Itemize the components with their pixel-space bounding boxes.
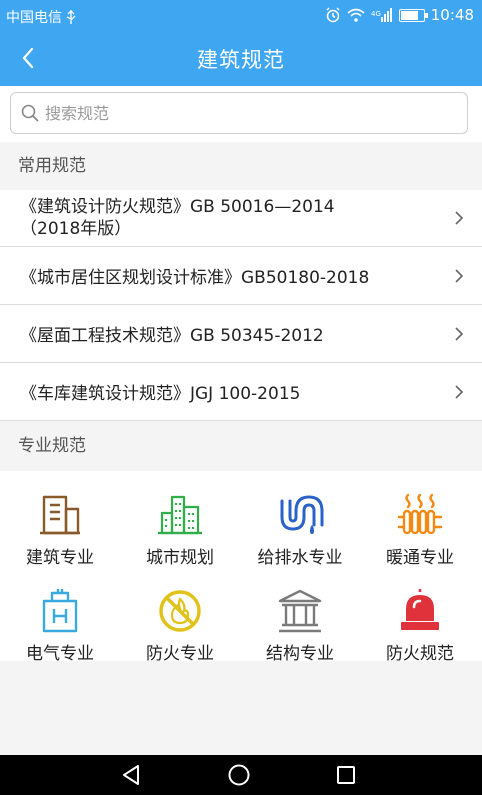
status-time: 10:48: [430, 6, 474, 24]
app-header: 中国电信 4G 10:48 建筑规范: [0, 0, 482, 86]
grid-item-label: 暖通专业: [386, 548, 454, 568]
list-item-title: 《城市居住区规划设计标准》GB50180-2018: [20, 268, 370, 288]
nav-home-button[interactable]: [226, 763, 252, 787]
alarm-light-icon: [401, 589, 439, 630]
triangle-back-icon: [123, 765, 139, 785]
carrier-info: 中国电信: [6, 7, 76, 27]
grid-item-label: 给排水专业: [257, 548, 343, 568]
city-icon: [158, 495, 202, 535]
grid-item-architecture[interactable]: 建筑专业: [0, 491, 120, 587]
list-item-common-0[interactable]: 《建筑设计防火规范》GB 50016—2014 （2018年版）: [0, 190, 482, 247]
page-title: 建筑规范: [197, 48, 285, 72]
nav-bar: 建筑规范: [0, 30, 482, 86]
svg-text:4G: 4G: [371, 10, 381, 18]
grid-item-label: 建筑专业: [26, 548, 94, 568]
list-item-common-3[interactable]: 《车库建筑设计规范》JGJ 100-2015: [0, 363, 482, 421]
carrier-name: 中国电信: [6, 10, 62, 26]
grid-item-label: 防火规范: [386, 644, 454, 664]
chevron-right-icon: [455, 326, 464, 341]
grid-item-label: 城市规划: [146, 548, 214, 568]
grid-item-label: 防火专业: [146, 644, 214, 664]
common-standards-list: 《建筑设计防火规范》GB 50016—2014 （2018年版） 《城市居住区规…: [0, 190, 482, 421]
search-bar: [0, 86, 482, 142]
square-recents-icon: [337, 766, 355, 784]
nav-back-button[interactable]: [118, 763, 144, 787]
list-item-text: 《建筑设计防火规范》GB 50016—2014 （2018年版）: [20, 196, 335, 240]
search-box[interactable]: [10, 92, 468, 134]
status-icons: 4G 10:48: [325, 6, 474, 24]
professional-grid: 建筑专业 城市规划 给排水专业 暖通专业 电气专业 防火专业 结构专业 防火规范: [0, 471, 482, 664]
list-item-common-1[interactable]: 《城市居住区规划设计标准》GB50180-2018: [0, 247, 482, 305]
grid-item-hvac[interactable]: 暖通专业: [360, 491, 480, 587]
list-item-title: 《车库建筑设计规范》JGJ 100-2015: [20, 384, 301, 404]
section-title-professional: 专业规范: [0, 421, 482, 471]
pillar-structure-icon: [278, 589, 322, 633]
grid-item-water-supply[interactable]: 给排水专业: [240, 491, 360, 587]
system-nav-bar: [0, 755, 482, 795]
nav-recents-button[interactable]: [333, 763, 359, 787]
no-fire-icon: [159, 590, 201, 632]
search-icon: [21, 104, 39, 122]
chevron-right-icon: [455, 384, 464, 399]
grid-item-electrical[interactable]: 电气专业: [0, 587, 120, 677]
section-title-common: 常用规范: [0, 142, 482, 190]
signal-4g-icon: 4G: [371, 8, 392, 22]
grid-item-structural[interactable]: 结构专业: [240, 587, 360, 677]
grid-item-label: 电气专业: [26, 644, 94, 664]
grid-item-fire-prevention[interactable]: 防火专业: [120, 587, 240, 677]
chevron-right-icon: [455, 268, 464, 283]
electric-icon: [42, 589, 78, 633]
search-input[interactable]: [45, 103, 425, 123]
list-item-subtitle: （2018年版）: [20, 219, 132, 239]
alarm-clock-icon: [326, 7, 340, 23]
status-bar: 中国电信 4G 10:48: [0, 0, 482, 30]
chevron-right-icon: [455, 211, 464, 225]
grid-item-label: 结构专业: [266, 644, 334, 664]
list-item-title: 《建筑设计防火规范》GB 50016—2014: [20, 197, 335, 217]
usb-icon: [66, 10, 76, 24]
grid-item-urban-planning[interactable]: 城市规划: [120, 491, 240, 587]
grid-item-fire-code[interactable]: 防火规范: [360, 587, 480, 677]
water-pipe-icon: [280, 495, 324, 534]
heater-icon: [397, 493, 443, 535]
battery-icon: [398, 8, 428, 22]
circle-home-icon: [228, 764, 250, 786]
list-item-title: 《屋面工程技术规范》GB 50345-2012: [20, 326, 324, 346]
list-item-common-2[interactable]: 《屋面工程技术规范》GB 50345-2012: [0, 305, 482, 363]
building-icon: [40, 495, 80, 535]
wifi-icon: [347, 8, 365, 22]
